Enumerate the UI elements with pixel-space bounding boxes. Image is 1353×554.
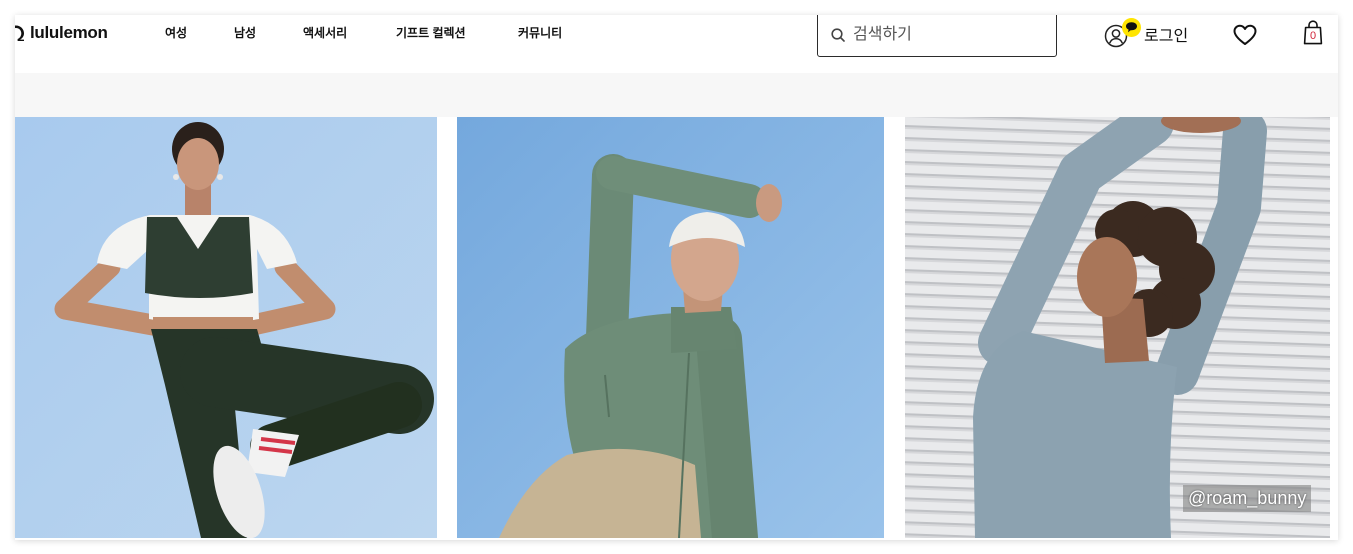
model-face — [1077, 237, 1137, 317]
nav-item-gift-collection[interactable]: 기프트 컬렉션 — [396, 26, 466, 40]
login-label: 로그인 — [1144, 28, 1189, 45]
hero-photo-2 — [457, 117, 884, 538]
nav-item-accessories[interactable]: 액세서리 — [303, 26, 347, 40]
nav-item-women[interactable]: 여성 — [165, 26, 187, 40]
model-lowered-arm — [696, 316, 758, 538]
page-frame: lululemon 여성 남성 액세서리 기프트 컬렉션 커뮤니티 로그인 — [15, 15, 1338, 540]
site-header: lululemon 여성 남성 액세서리 기프트 컬렉션 커뮤니티 로그인 — [15, 15, 1338, 73]
nav-item-community[interactable]: 커뮤니티 — [518, 26, 562, 40]
chat-bubble-icon — [1122, 18, 1141, 37]
search-input[interactable] — [853, 24, 1043, 46]
model-raised-upper-arm — [586, 154, 634, 358]
search-icon — [831, 28, 845, 42]
model-grey-top — [973, 331, 1177, 538]
wishlist-button[interactable] — [1233, 24, 1257, 46]
cart-button[interactable]: 0 — [1303, 20, 1323, 45]
search-box[interactable] — [817, 15, 1057, 57]
promo-band — [15, 73, 1338, 117]
hero-tile-1[interactable] — [15, 117, 437, 538]
hero-tile-3[interactable]: @roam_bunny — [905, 117, 1330, 538]
photo-credit-watermark: @roam_bunny — [1183, 485, 1312, 512]
model-hand — [756, 184, 782, 222]
heart-icon — [1233, 24, 1257, 45]
model-jacket-collar — [671, 307, 737, 353]
lululemon-logo-icon — [15, 25, 24, 41]
login-button[interactable]: 로그인 — [1104, 18, 1208, 52]
hero-photo-1 — [15, 117, 437, 538]
nav-item-men[interactable]: 남성 — [234, 26, 256, 40]
model-face — [177, 138, 219, 190]
brand-name: lululemon — [30, 23, 108, 42]
model-earring — [173, 174, 179, 180]
hero-tile-2[interactable] — [457, 117, 884, 538]
model-earring — [217, 174, 223, 180]
brand-logo-link[interactable]: lululemon — [15, 21, 117, 47]
hero-photo-3 — [905, 117, 1330, 538]
cart-count-badge: 0 — [1309, 30, 1317, 42]
model-midriff — [153, 317, 253, 331]
